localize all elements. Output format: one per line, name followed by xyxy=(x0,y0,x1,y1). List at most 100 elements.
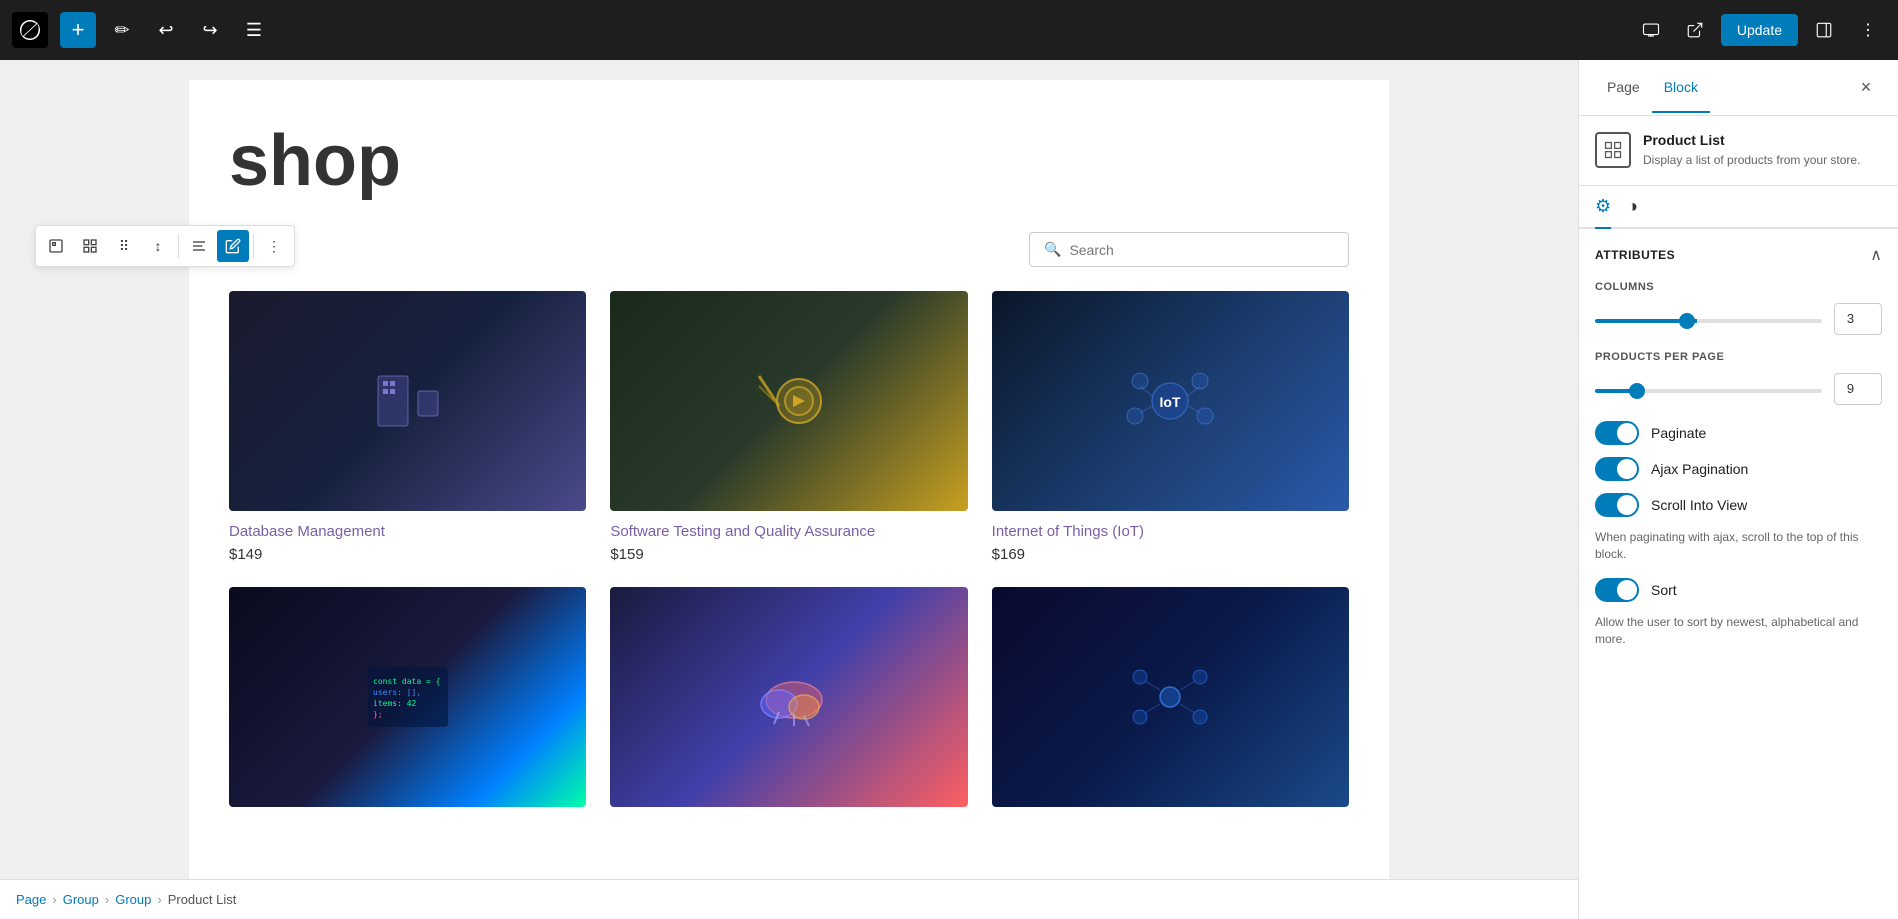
shop-bar: Latest ▾ 🔍 xyxy=(229,232,1349,267)
search-box[interactable]: 🔍 xyxy=(1029,232,1349,267)
ajax-pagination-row: Ajax Pagination xyxy=(1595,457,1882,481)
editor-area: ⠿ ↕ ⋮ shop Latest ▾ 🔍 xyxy=(0,60,1578,919)
breadcrumb-sep-3: › xyxy=(157,892,161,907)
paginate-toggle[interactable] xyxy=(1595,421,1639,445)
undo-button[interactable]: ↩ xyxy=(148,12,184,48)
add-block-button[interactable]: + xyxy=(60,12,96,48)
view-button[interactable] xyxy=(1633,12,1669,48)
product-name: Internet of Things (IoT) xyxy=(992,523,1349,540)
breadcrumb-sep-2: › xyxy=(105,892,109,907)
product-image: const data = { users: [], items: 42 }; xyxy=(229,587,586,807)
products-grid: Database Management $149 xyxy=(229,291,1349,819)
block-description: Display a list of products from your sto… xyxy=(1643,152,1860,169)
preview-button[interactable] xyxy=(1677,12,1713,48)
block-icon xyxy=(1595,132,1631,168)
product-image: IoT xyxy=(992,291,1349,511)
update-button[interactable]: Update xyxy=(1721,14,1798,46)
columns-value-input[interactable]: 3 xyxy=(1834,303,1882,335)
grid-icon xyxy=(82,238,98,254)
paginate-label: Paginate xyxy=(1651,425,1706,441)
product-card[interactable]: Database Management $149 xyxy=(229,291,586,563)
right-sidebar: Page Block × Product List Display a list… xyxy=(1578,60,1898,919)
desktop-icon xyxy=(1642,21,1660,39)
products-per-page-slider-container xyxy=(1595,380,1822,398)
sidebar-icon xyxy=(1815,21,1833,39)
shop-title: shop xyxy=(229,120,1349,202)
product-price: $159 xyxy=(610,546,967,563)
breadcrumb-group-1[interactable]: Group xyxy=(63,892,99,907)
breadcrumb-page[interactable]: Page xyxy=(16,892,46,907)
pencil-icon xyxy=(225,238,241,254)
product-card[interactable]: const data = { users: [], items: 42 }; xyxy=(229,587,586,819)
products-per-page-value-input[interactable]: 9 xyxy=(1834,373,1882,405)
settings-tab[interactable]: ⚙ xyxy=(1595,186,1611,229)
block-info: Product List Display a list of products … xyxy=(1579,116,1898,186)
redo-button[interactable]: ↪ xyxy=(192,12,228,48)
columns-slider-container xyxy=(1595,310,1822,328)
products-per-page-slider[interactable] xyxy=(1595,389,1822,393)
toolbar-right: Update ⋮ xyxy=(1633,12,1886,48)
layout-button[interactable] xyxy=(74,230,106,262)
scroll-into-view-row: Scroll Into View xyxy=(1595,493,1882,517)
parent-block-icon xyxy=(48,238,64,254)
product-card[interactable]: IoT Internet of xyxy=(992,291,1349,563)
list-view-button[interactable]: ☰ xyxy=(236,12,272,48)
db-illustration xyxy=(368,371,448,431)
product-card[interactable]: Software Testing and Quality Assurance $… xyxy=(610,291,967,563)
columns-label: COLUMNS xyxy=(1595,281,1882,293)
search-icon: 🔍 xyxy=(1044,241,1061,258)
sidebar-toggle-button[interactable] xyxy=(1806,12,1842,48)
product-price: $169 xyxy=(992,546,1349,563)
sort-toggle[interactable] xyxy=(1595,578,1639,602)
more-options-button[interactable]: ⋮ xyxy=(258,230,290,262)
scroll-into-view-toggle[interactable] xyxy=(1595,493,1639,517)
product-image xyxy=(610,291,967,511)
network-illustration xyxy=(1125,662,1215,732)
edit-button[interactable] xyxy=(217,230,249,262)
product-image xyxy=(610,587,967,807)
product-price: $149 xyxy=(229,546,586,563)
product-name: Database Management xyxy=(229,523,586,540)
top-toolbar: + ✏ ↩ ↪ ☰ Update ⋮ xyxy=(0,0,1898,60)
product-card[interactable] xyxy=(610,587,967,819)
attributes-section: Attributes ∧ COLUMNS 3 PRODUCTS PER PAGE… xyxy=(1579,229,1898,680)
block-name: Product List xyxy=(1643,132,1860,148)
breadcrumb-sep-1: › xyxy=(52,892,56,907)
sort-row: Sort xyxy=(1595,578,1882,602)
search-input[interactable] xyxy=(1069,242,1334,258)
paginate-row: Paginate xyxy=(1595,421,1882,445)
sort-desc: Allow the user to sort by newest, alphab… xyxy=(1595,614,1882,648)
products-per-page-label: PRODUCTS PER PAGE xyxy=(1595,351,1882,363)
external-link-icon xyxy=(1686,21,1704,39)
collapse-button[interactable]: ∧ xyxy=(1870,245,1882,265)
breadcrumb-group-2[interactable]: Group xyxy=(115,892,151,907)
products-per-page-row: 9 xyxy=(1595,373,1882,405)
svg-text:};: }; xyxy=(373,710,383,719)
page-tab[interactable]: Page xyxy=(1595,63,1652,113)
ajax-pagination-toggle[interactable] xyxy=(1595,457,1639,481)
product-card[interactable] xyxy=(992,587,1349,819)
wp-logo xyxy=(12,12,48,48)
settings-style-tabs: ⚙ ◑ xyxy=(1579,186,1898,229)
align-button[interactable] xyxy=(183,230,215,262)
iot-illustration: IoT xyxy=(1120,361,1220,441)
style-tab[interactable]: ◑ xyxy=(1627,186,1638,229)
tools-button[interactable]: ✏ xyxy=(104,12,140,48)
align-icon xyxy=(191,238,207,254)
block-info-text: Product List Display a list of products … xyxy=(1643,132,1860,169)
columns-slider[interactable] xyxy=(1595,319,1822,323)
parent-selector-button[interactable] xyxy=(40,230,72,262)
drag-button[interactable]: ⠿ xyxy=(108,230,140,262)
cloud-illustration xyxy=(744,662,834,732)
move-up-down-button[interactable]: ↕ xyxy=(142,230,174,262)
sidebar-close-button[interactable]: × xyxy=(1850,72,1882,104)
options-button[interactable]: ⋮ xyxy=(1850,12,1886,48)
attributes-title: Attributes xyxy=(1595,248,1675,262)
svg-text:const data = {: const data = { xyxy=(373,677,440,686)
toolbar-divider xyxy=(178,234,179,258)
svg-text:users: [],: users: [], xyxy=(373,688,421,697)
block-tab[interactable]: Block xyxy=(1652,63,1710,113)
svg-text:items: 42: items: 42 xyxy=(373,699,417,708)
attributes-header: Attributes ∧ xyxy=(1595,245,1882,265)
scroll-into-view-label: Scroll Into View xyxy=(1651,497,1747,513)
